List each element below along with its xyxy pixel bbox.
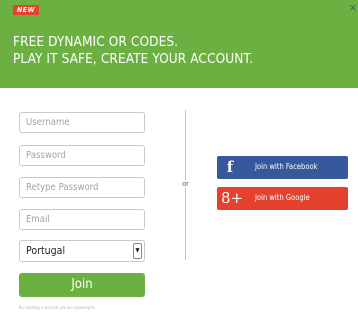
join-with-google-button[interactable]: 8+ Join with Google [217, 187, 348, 210]
join-with-facebook-button[interactable]: f Join with Facebook [217, 156, 348, 179]
email-field[interactable] [19, 209, 145, 230]
retype-password-field[interactable] [19, 177, 145, 198]
join-button[interactable]: Join [19, 273, 145, 297]
google-button-label: Join with Google [255, 193, 310, 202]
username-field[interactable] [19, 112, 145, 133]
chevron-down-icon[interactable]: ▼ [133, 243, 142, 259]
country-select-value: Portugal [26, 245, 66, 257]
promo-banner: NEW FREE DYNAMIC OR CODES. PLAY IT SAFE,… [0, 0, 358, 88]
banner-headline-line2: PLAY IT SAFE, CREATE YOUR ACCOUNT. [13, 51, 254, 67]
terms-disclaimer: By creating a account you are agreeing t… [19, 305, 95, 310]
google-plus-icon: 8+ [221, 189, 244, 207]
close-icon[interactable]: × [349, 2, 357, 13]
password-field[interactable] [19, 145, 145, 166]
new-badge: NEW [13, 5, 40, 15]
or-label: or [181, 180, 190, 188]
country-select[interactable]: Portugal ▼ [19, 240, 145, 262]
facebook-button-label: Join with Facebook [255, 162, 318, 171]
banner-headline-line1: FREE DYNAMIC OR CODES. [13, 34, 179, 50]
facebook-icon: f [226, 158, 234, 176]
